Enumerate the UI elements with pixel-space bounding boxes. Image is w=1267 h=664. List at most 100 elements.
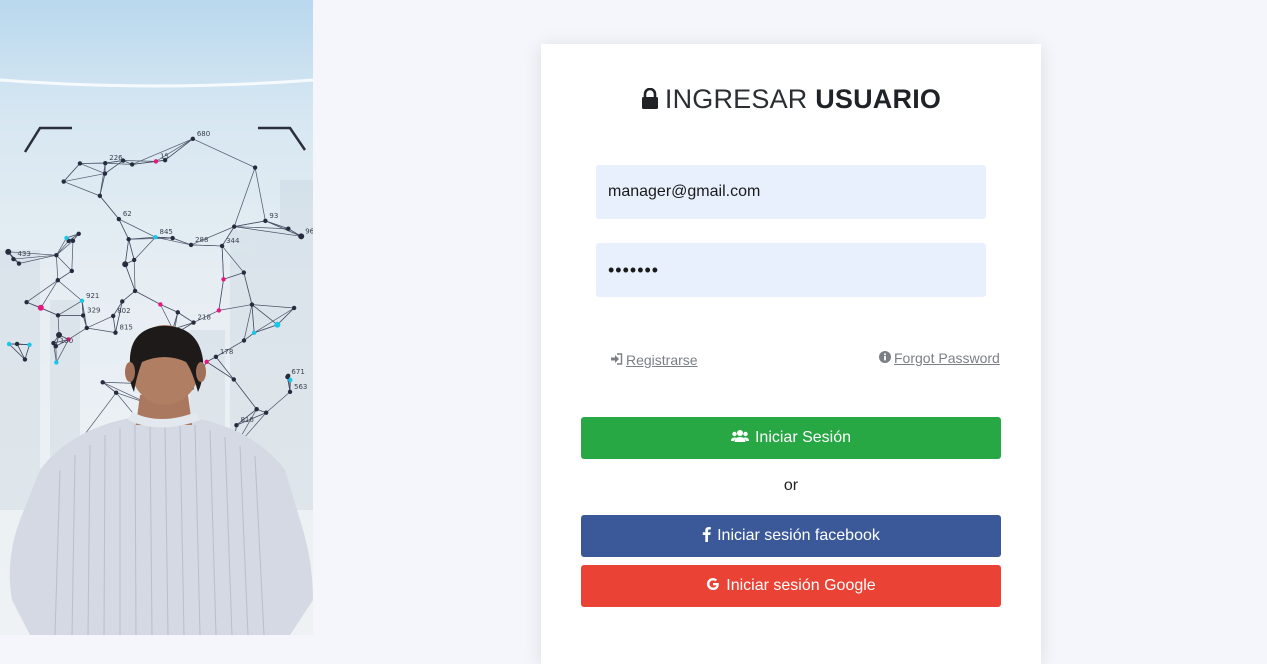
network-node <box>170 236 174 240</box>
network-link <box>191 245 222 246</box>
network-node <box>252 331 256 335</box>
google-login-button[interactable]: Iniciar sesión Google <box>581 565 1001 607</box>
network-node <box>98 194 102 198</box>
network-node <box>220 244 224 248</box>
network-node <box>61 179 65 183</box>
network-label: 93 <box>269 212 278 220</box>
network-link <box>222 246 223 279</box>
network-node <box>176 310 180 314</box>
network-label: 680 <box>197 130 210 138</box>
network-label: 15 <box>160 152 169 160</box>
network-node <box>298 233 304 239</box>
register-label: Registrarse <box>626 352 698 368</box>
network-label: 433 <box>17 250 30 258</box>
network-node <box>191 320 195 324</box>
network-node <box>15 342 19 346</box>
network-node <box>54 360 58 364</box>
login-button[interactable]: Iniciar Sesión <box>581 417 1001 459</box>
password-field[interactable]: ••••••• <box>596 243 986 297</box>
network-node <box>23 357 27 361</box>
network-link <box>56 255 71 271</box>
network-link <box>134 237 155 260</box>
network-link <box>134 260 135 291</box>
network-label: 815 <box>119 324 132 332</box>
network-node <box>81 313 85 317</box>
login-button-label: Iniciar Sesión <box>755 429 851 447</box>
network-node <box>70 269 74 273</box>
network-node <box>77 232 81 236</box>
network-node <box>253 165 257 169</box>
network-node <box>189 243 193 247</box>
facebook-icon <box>702 526 711 547</box>
network-node <box>85 326 89 330</box>
register-link[interactable]: Registrarse <box>610 352 698 368</box>
network-node <box>133 289 137 293</box>
network-node <box>100 380 104 384</box>
network-link <box>234 168 255 227</box>
network-node <box>114 390 118 394</box>
network-node <box>132 258 136 262</box>
email-field[interactable]: manager@gmail.com <box>596 165 986 219</box>
hero-image: 6719219686281632980213084515226563344808… <box>0 0 313 635</box>
network-node <box>56 278 60 282</box>
network-node <box>64 236 68 240</box>
network-node <box>288 378 292 382</box>
network-node <box>234 423 238 427</box>
network-link <box>165 139 193 160</box>
network-link <box>56 241 73 255</box>
network-node <box>153 235 157 239</box>
network-link <box>219 279 224 310</box>
network-node <box>103 171 107 175</box>
network-label: 921 <box>86 292 99 300</box>
network-node <box>122 261 128 267</box>
network-link <box>255 168 265 221</box>
email-value: manager@gmail.com <box>608 183 760 201</box>
network-node <box>250 302 254 306</box>
network-link <box>64 182 100 196</box>
network-node <box>254 407 258 411</box>
network-node <box>27 343 31 347</box>
network-link <box>125 239 128 264</box>
network-link <box>178 312 194 322</box>
network-label: 816 <box>240 416 254 424</box>
network-link <box>100 196 119 219</box>
network-link <box>58 271 72 280</box>
network-node <box>286 374 290 378</box>
network-link <box>87 316 113 328</box>
forgot-label: Forgot Password <box>894 350 1000 366</box>
network-label: 218 <box>198 314 211 322</box>
title-light: INGRESAR <box>665 84 808 114</box>
network-node <box>288 390 292 394</box>
password-value: ••••••• <box>608 260 659 281</box>
network-link <box>160 304 177 312</box>
network-node <box>130 162 134 166</box>
google-button-label: Iniciar sesión Google <box>726 577 875 595</box>
network-node <box>242 338 246 342</box>
network-node <box>78 161 82 165</box>
facebook-login-button[interactable]: Iniciar sesión facebook <box>581 515 1001 557</box>
network-node <box>120 299 124 303</box>
network-node <box>232 377 236 381</box>
network-node <box>126 237 130 241</box>
network-link <box>135 291 160 305</box>
network-label: 563 <box>294 383 307 391</box>
network-link <box>56 238 66 255</box>
network-node <box>154 159 158 163</box>
info-circle-icon <box>879 350 891 366</box>
network-link <box>119 219 129 239</box>
forgot-password-link[interactable]: Forgot Password <box>879 350 1000 366</box>
network-label: 62 <box>123 210 132 218</box>
network-link <box>56 255 57 280</box>
network-label: 845 <box>160 228 173 236</box>
facebook-button-label: Iniciar sesión facebook <box>717 527 880 545</box>
network-link <box>125 264 135 291</box>
network-label: 968 <box>305 227 313 235</box>
network-node <box>292 306 296 310</box>
network-link <box>122 291 135 302</box>
network-node <box>221 277 225 281</box>
network-node <box>264 410 268 414</box>
network-node <box>117 217 121 221</box>
network-label: 178 <box>220 348 233 356</box>
network-node <box>54 253 58 257</box>
network-link <box>234 221 265 227</box>
